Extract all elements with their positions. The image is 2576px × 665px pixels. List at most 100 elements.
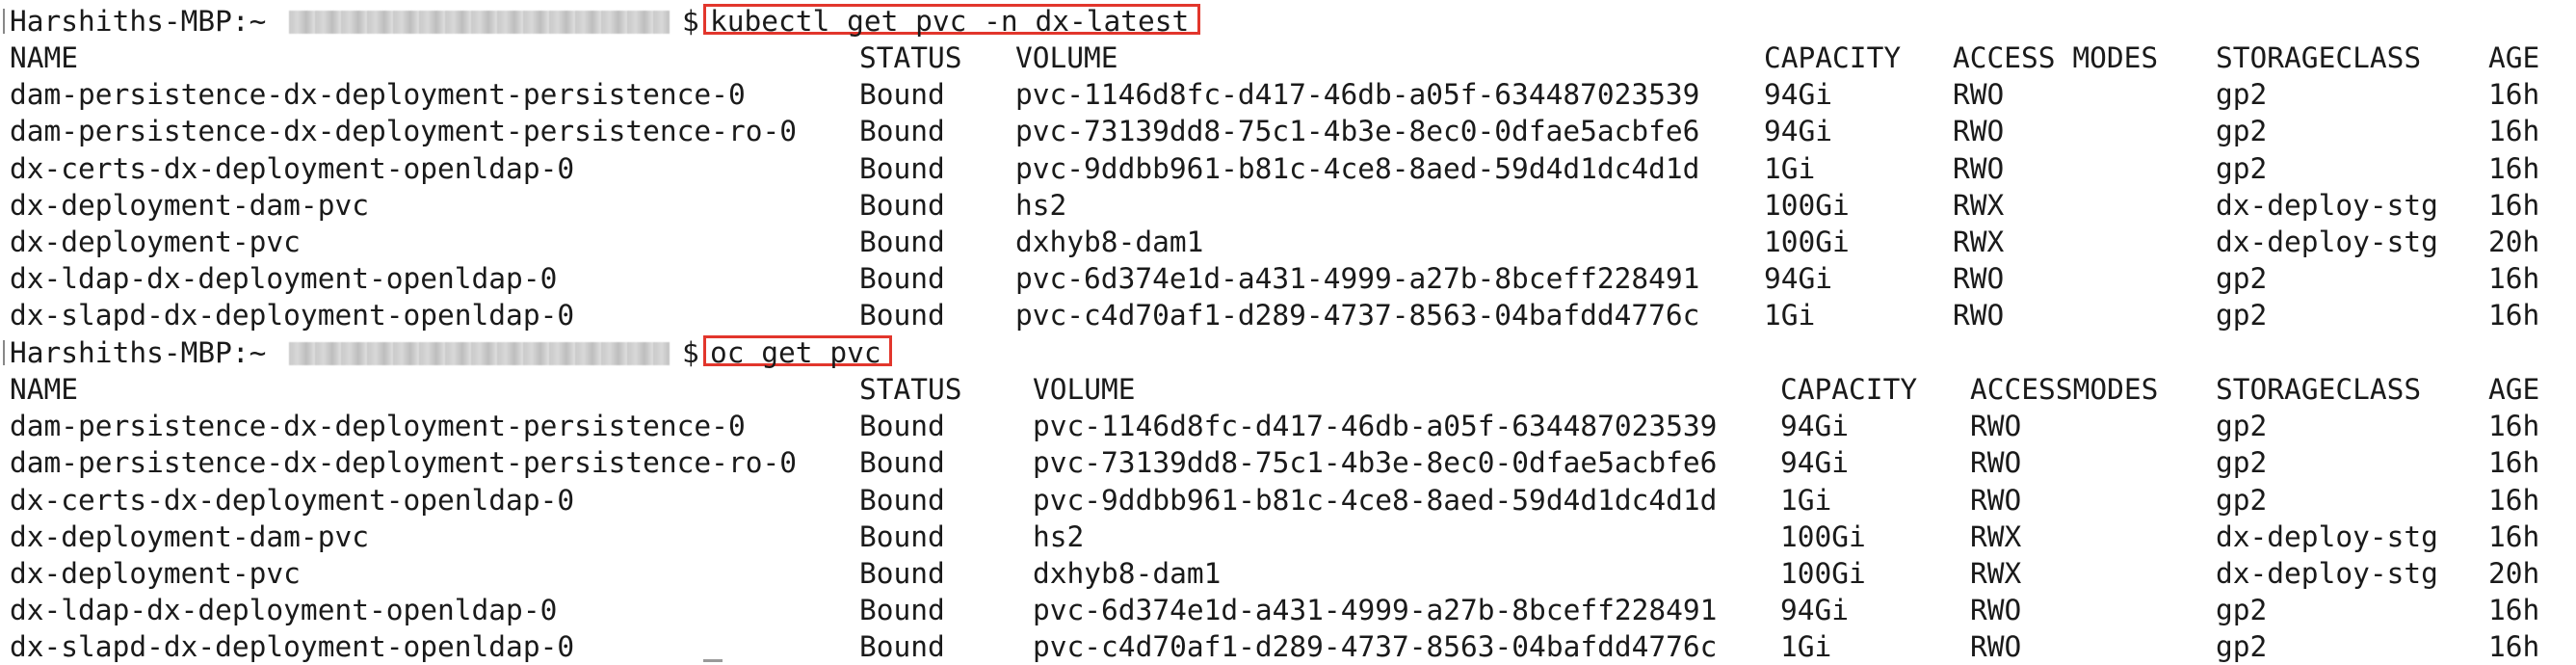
- cell-name: dx-slapd-dx-deployment-openldap-0: [10, 630, 575, 664]
- cell-access: RWO: [1953, 115, 2005, 148]
- cell-name: dx-slapd-dx-deployment-openldap-0: [10, 299, 575, 332]
- cell-access: RWO: [1970, 410, 2022, 443]
- cell-status: Bound: [859, 446, 945, 480]
- header-access: ACCESSMODES: [1970, 373, 2159, 406]
- header-name: NAME: [10, 41, 79, 74]
- cell-age: 16h: [2488, 594, 2540, 627]
- cell-volume: pvc-73139dd8-75c1-4b3e-8ec0-0dfae5acbfe6: [1033, 446, 1718, 480]
- header-storage: STORAGECLASS: [2216, 41, 2422, 74]
- cell-capacity: 1Gi: [1780, 483, 1832, 517]
- cell-status: Bound: [859, 410, 945, 443]
- redacted-username: [289, 342, 670, 365]
- cell-access: RWO: [1953, 151, 2005, 185]
- line-marker: [3, 340, 5, 365]
- cell-age: 16h: [2488, 262, 2540, 296]
- cell-storage: gp2: [2216, 151, 2268, 185]
- cell-capacity: 1Gi: [1764, 299, 1816, 332]
- cell-storage: dx-deploy-stg: [2216, 519, 2438, 553]
- prompt-line-oc: Harshiths-MBP:~ $ oc get pvc: [0, 334, 892, 371]
- cell-volume: pvc-c4d70af1-d289-4737-8563-04bafdd4776c: [1015, 299, 1700, 332]
- cell-access: RWX: [1970, 519, 2022, 553]
- cell-storage: gp2: [2216, 299, 2268, 332]
- cell-age: 20h: [2488, 557, 2540, 590]
- cell-status: Bound: [859, 151, 945, 185]
- header-status: STATUS: [859, 373, 962, 406]
- header-storage: STORAGECLASS: [2216, 373, 2422, 406]
- cell-access: RWO: [1970, 483, 2022, 517]
- cell-age: 16h: [2488, 299, 2540, 332]
- cell-age: 16h: [2488, 78, 2540, 112]
- header-capacity: CAPACITY: [1764, 41, 1902, 74]
- cell-name: dx-deployment-dam-pvc: [10, 188, 369, 222]
- cell-storage: gp2: [2216, 115, 2268, 148]
- cell-capacity: 94Gi: [1764, 115, 1833, 148]
- cell-name: dam-persistence-dx-deployment-persistenc…: [10, 410, 746, 443]
- cell-access: RWO: [1970, 594, 2022, 627]
- cell-volume: hs2: [1015, 188, 1067, 222]
- cell-volume: dxhyb8-dam1: [1015, 226, 1204, 258]
- cell-name: dam-persistence-dx-deployment-persistenc…: [10, 446, 797, 480]
- cell-volume: pvc-9ddbb961-b81c-4ce8-8aed-59d4d1dc4d1d: [1033, 483, 1718, 517]
- header-volume: VOLUME: [1033, 373, 1136, 406]
- cell-volume: hs2: [1033, 519, 1085, 553]
- cell-storage: gp2: [2216, 262, 2268, 296]
- cell-status: Bound: [859, 630, 945, 664]
- cell-capacity: 94Gi: [1780, 446, 1850, 480]
- cell-age: 16h: [2488, 151, 2540, 185]
- header-status: STATUS: [859, 41, 962, 74]
- cell-storage: gp2: [2216, 483, 2268, 517]
- cell-age: 16h: [2488, 483, 2540, 517]
- cell-storage: gp2: [2216, 446, 2268, 480]
- cell-name: dx-deployment-pvc: [10, 226, 301, 258]
- cell-access: RWO: [1953, 78, 2005, 112]
- cell-age: 20h: [2488, 226, 2540, 258]
- terminal-output[interactable]: Harshiths-MBP:~ $ kubectl get pvc -n dx-…: [0, 0, 2576, 665]
- cell-name: dx-deployment-dam-pvc: [10, 519, 369, 553]
- command-text-oc: oc get pvc: [710, 336, 881, 369]
- cell-access: RWO: [1970, 630, 2022, 664]
- cell-capacity: 1Gi: [1780, 630, 1832, 664]
- cell-age: 16h: [2488, 519, 2540, 553]
- cell-name: dx-ldap-dx-deployment-openldap-0: [10, 262, 558, 296]
- cell-age: 16h: [2488, 446, 2540, 480]
- cell-capacity: 94Gi: [1780, 594, 1850, 627]
- cell-name: dx-deployment-pvc: [10, 557, 301, 590]
- cell-status: Bound: [859, 115, 945, 148]
- header-capacity: CAPACITY: [1780, 373, 1918, 406]
- cell-access: RWX: [1953, 188, 2005, 222]
- cell-access: RWX: [1970, 557, 2022, 590]
- cell-volume: pvc-6d374e1d-a431-4999-a27b-8bceff228491: [1033, 594, 1718, 627]
- cell-name: dam-persistence-dx-deployment-persistenc…: [10, 78, 746, 112]
- prompt-line-kubectl: Harshiths-MBP:~ $ kubectl get pvc -n dx-…: [0, 3, 1200, 40]
- cell-storage: gp2: [2216, 594, 2268, 627]
- cell-age: 16h: [2488, 410, 2540, 443]
- prompt-dollar: $: [682, 5, 699, 38]
- cell-storage: gp2: [2216, 410, 2268, 443]
- header-access: ACCESS MODES: [1953, 41, 2159, 74]
- cell-access: RWO: [1953, 299, 2005, 332]
- cell-status: Bound: [859, 557, 945, 590]
- cell-status: Bound: [859, 188, 945, 222]
- cell-status: Bound: [859, 519, 945, 553]
- cell-volume: pvc-1146d8fc-d417-46db-a05f-634487023539: [1033, 410, 1718, 443]
- cell-capacity: 94Gi: [1780, 410, 1850, 443]
- header-age: AGE: [2488, 373, 2540, 406]
- cell-name: dx-ldap-dx-deployment-openldap-0: [10, 594, 558, 627]
- prompt-dollar: $: [682, 336, 699, 369]
- cell-name: dx-certs-dx-deployment-openldap-0: [10, 151, 575, 185]
- cell-status: Bound: [859, 262, 945, 296]
- cell-name: dam-persistence-dx-deployment-persistenc…: [10, 115, 797, 148]
- cell-status: Bound: [859, 78, 945, 112]
- cell-status: Bound: [859, 299, 945, 332]
- redacted-username: [289, 11, 670, 34]
- cell-access: RWO: [1953, 262, 2005, 296]
- cell-volume: pvc-6d374e1d-a431-4999-a27b-8bceff228491: [1015, 262, 1700, 296]
- cell-capacity: 94Gi: [1764, 78, 1833, 112]
- cell-volume: dxhyb8-dam1: [1033, 557, 1222, 590]
- header-age: AGE: [2488, 41, 2540, 74]
- cell-storage: dx-deploy-stg: [2216, 226, 2438, 258]
- cell-age: 16h: [2488, 115, 2540, 148]
- cell-name: dx-certs-dx-deployment-openldap-0: [10, 483, 575, 517]
- cell-capacity: 100Gi: [1764, 188, 1850, 222]
- cell-storage: gp2: [2216, 630, 2268, 664]
